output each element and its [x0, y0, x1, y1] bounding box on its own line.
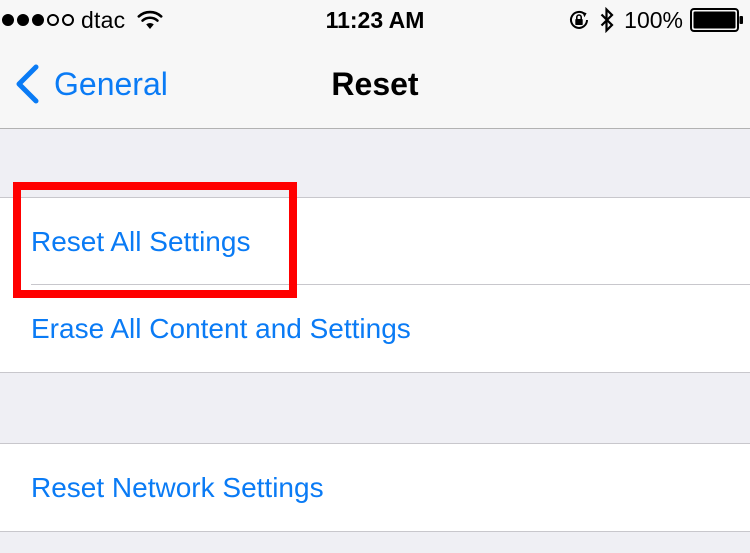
bluetooth-icon: [600, 7, 614, 33]
page-title: Reset: [331, 66, 419, 102]
reset-all-settings-label: Reset All Settings: [31, 226, 251, 257]
reset-network-settings-cell[interactable]: Reset Network Settings: [0, 444, 750, 531]
battery-icon: [690, 8, 743, 32]
reset-options-group: Reset All Settings Erase All Content and…: [0, 197, 750, 373]
erase-all-content-label: Erase All Content and Settings: [31, 313, 411, 344]
erase-all-content-cell[interactable]: Erase All Content and Settings: [0, 285, 750, 372]
battery-percent: 100%: [624, 6, 683, 33]
status-bar: dtac 11:23 AM 100%: [0, 0, 750, 40]
reset-network-settings-label: Reset Network Settings: [31, 472, 324, 503]
status-right: 100%: [567, 6, 744, 34]
network-reset-group: Reset Network Settings: [0, 443, 750, 532]
navigation-bar: General Reset: [0, 40, 750, 129]
rotation-lock-icon: [570, 10, 589, 29]
reset-all-settings-cell[interactable]: Reset All Settings: [0, 198, 750, 285]
